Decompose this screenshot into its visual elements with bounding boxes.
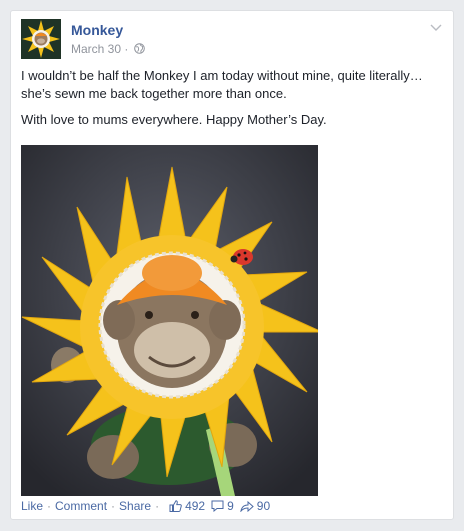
post-footer: Like · Comment · Share · 492 9 90: [21, 496, 443, 516]
page-name-link[interactable]: Monkey: [71, 22, 123, 38]
likes-count-text: 492: [185, 499, 206, 513]
post-paragraph: I wouldn’t be half the Monkey I am today…: [21, 68, 423, 101]
footer-separator: ·: [111, 499, 116, 513]
shares-count[interactable]: 90: [240, 499, 270, 513]
comments-count-text: 9: [227, 499, 234, 513]
page-avatar[interactable]: [21, 19, 61, 59]
post-options-chevron-icon[interactable]: [429, 21, 443, 33]
shares-count-text: 90: [256, 499, 271, 513]
footer-separator: ·: [47, 499, 52, 513]
comment-bubble-icon: [211, 500, 224, 512]
share-link[interactable]: Share: [119, 499, 151, 513]
post-header: Monkey March 30 ·: [21, 19, 443, 63]
sunflower-avatar-icon: [21, 19, 61, 59]
post-meta: March 30 ·: [71, 42, 145, 57]
post-paragraph: With love to mums everywhere. Happy Moth…: [21, 112, 327, 127]
footer-separator: ·: [155, 499, 160, 513]
comment-link[interactable]: Comment: [55, 499, 107, 513]
globe-icon[interactable]: [133, 43, 145, 57]
sunflower-monkey-photo-icon: [21, 145, 318, 496]
post-date-link[interactable]: March 30: [71, 42, 121, 56]
thumbs-up-icon: [169, 500, 182, 512]
share-arrow-icon: [240, 500, 254, 512]
likes-count[interactable]: 492: [169, 499, 205, 513]
post-text: I wouldn’t be half the Monkey I am today…: [21, 67, 441, 137]
post-card: Monkey March 30 · I wouldn’t be half the…: [10, 10, 454, 520]
comments-count[interactable]: 9: [211, 499, 234, 513]
post-photo[interactable]: [21, 145, 318, 496]
like-link[interactable]: Like: [21, 499, 43, 513]
meta-dot: ·: [124, 42, 129, 56]
